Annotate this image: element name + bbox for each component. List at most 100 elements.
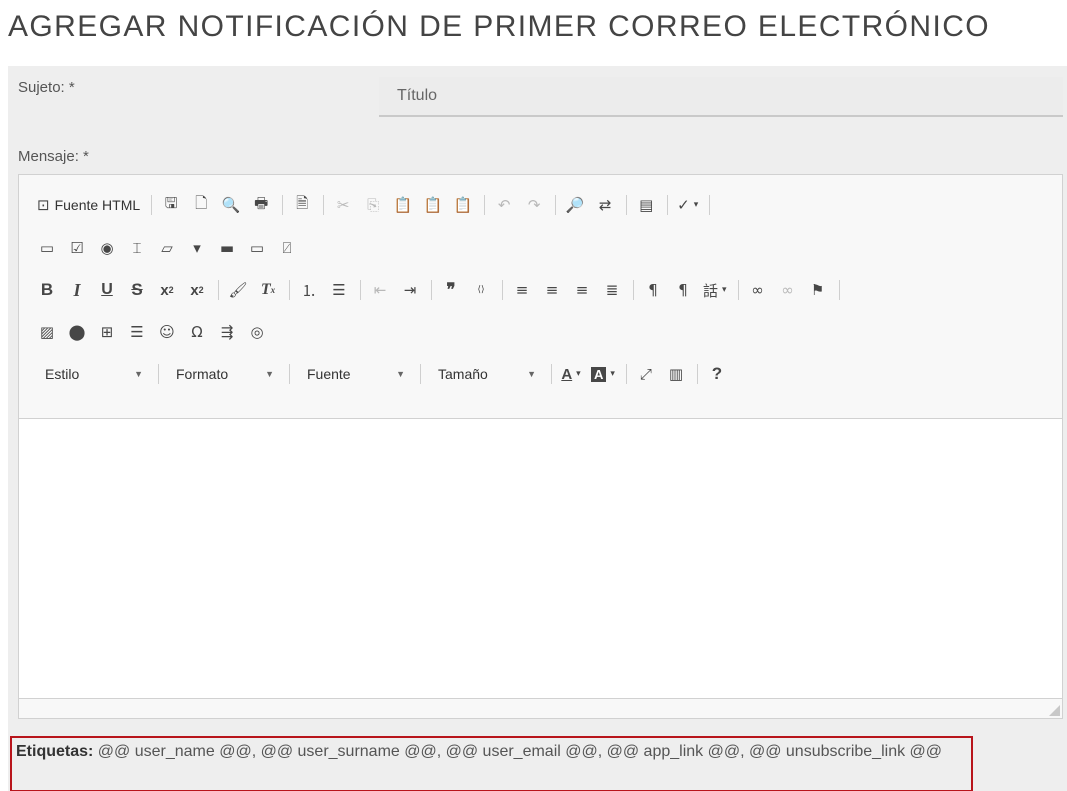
paste-word-icon[interactable]: 📋 bbox=[449, 191, 477, 219]
checkbox-icon[interactable]: ☑ bbox=[63, 234, 91, 262]
toolbar-separator bbox=[502, 280, 503, 300]
help-icon[interactable]: ? bbox=[703, 360, 731, 388]
iframe-globe-icon[interactable]: ◎ bbox=[243, 318, 271, 346]
templates-icon[interactable]: 🗎 bbox=[288, 191, 316, 219]
format-dropdown[interactable]: Formato ▼ bbox=[164, 361, 284, 387]
button-field-icon[interactable]: ▬ bbox=[213, 234, 241, 262]
chevron-down-icon: ▼ bbox=[527, 369, 536, 379]
editor-content-area[interactable] bbox=[19, 419, 1062, 699]
toolbar-row-styles: Estilo ▼ Formato ▼ Fuente ▼ Tamaño ▼ A ▾… bbox=[33, 359, 733, 389]
blockquote-icon[interactable]: ❞ bbox=[437, 276, 465, 304]
flash-icon[interactable]: ⬤ bbox=[63, 318, 91, 346]
resize-handle-icon[interactable] bbox=[1049, 705, 1060, 716]
tags-value: @@ user_name @@, @@ user_surname @@, @@ … bbox=[97, 743, 943, 760]
table-icon[interactable]: ⊞ bbox=[93, 318, 121, 346]
toolbar-separator bbox=[218, 280, 219, 300]
underline-icon[interactable]: U bbox=[93, 276, 121, 304]
chevron-down-icon: ▼ bbox=[396, 369, 405, 379]
tags-label: Etiquetas: bbox=[16, 743, 94, 760]
justify-icon[interactable]: ≣ bbox=[598, 276, 626, 304]
message-label: Mensaje: * bbox=[18, 148, 89, 165]
chevron-down-icon: ▼ bbox=[265, 369, 274, 379]
toolbar-separator bbox=[696, 364, 698, 384]
save-icon[interactable]: 🖫 bbox=[157, 191, 185, 219]
page-break-icon[interactable]: ⇶ bbox=[213, 318, 241, 346]
font-dropdown-label: Fuente bbox=[307, 366, 351, 382]
toolbar-separator bbox=[737, 280, 739, 300]
preview-icon[interactable]: 🔍 bbox=[217, 191, 245, 219]
bold-icon[interactable]: B bbox=[33, 276, 61, 304]
spellcheck-dropdown-icon[interactable]: ✓ ▾ bbox=[673, 191, 702, 219]
smiley-icon[interactable]: ☺ bbox=[153, 318, 181, 346]
toolbar-separator bbox=[420, 364, 421, 384]
cut-icon[interactable]: ✂ bbox=[329, 191, 357, 219]
editor-toolbar: ⊡ Fuente HTML 🖫 🗋 🔍 🖶 🗎 ✂ ⎘ 📋 📋 📋 ↶ ↷ 🔎 … bbox=[19, 175, 1062, 419]
align-right-icon[interactable]: ≡ bbox=[568, 276, 596, 304]
rich-text-editor: ⊡ Fuente HTML 🖫 🗋 🔍 🖶 🗎 ✂ ⎘ 📋 📋 📋 ↶ ↷ 🔎 … bbox=[18, 174, 1063, 719]
select-field-icon[interactable]: ▾ bbox=[183, 234, 211, 262]
source-icon: ⊡ bbox=[37, 196, 50, 214]
align-left-icon[interactable]: ≡ bbox=[508, 276, 536, 304]
indent-icon[interactable]: ⇥ bbox=[396, 276, 424, 304]
notification-form: Sujeto: * Mensaje: * ⊡ Fuente HTML 🖫 🗋 🔍… bbox=[8, 66, 1067, 791]
toolbar-separator bbox=[551, 364, 552, 384]
radio-icon[interactable]: ◉ bbox=[93, 234, 121, 262]
chevron-down-icon: ▼ bbox=[134, 369, 143, 379]
toolbar-separator bbox=[555, 195, 557, 215]
toolbar-separator bbox=[289, 364, 290, 384]
new-page-icon[interactable]: 🗋 bbox=[187, 191, 215, 219]
anchor-flag-icon[interactable]: ⚑ bbox=[804, 276, 832, 304]
image-icon[interactable]: ▨ bbox=[33, 318, 61, 346]
link-icon[interactable]: ∞ bbox=[744, 276, 772, 304]
toolbar-separator bbox=[360, 280, 361, 300]
ltr-icon[interactable]: ¶ bbox=[639, 276, 667, 304]
unlink-icon[interactable]: ∞ bbox=[774, 276, 802, 304]
remove-format-icon[interactable]: Tx bbox=[254, 276, 282, 304]
form-icon[interactable]: ▭ bbox=[33, 234, 61, 262]
maximize-icon[interactable]: ⤢ bbox=[632, 360, 660, 388]
horizontal-rule-icon[interactable]: ☰ bbox=[123, 318, 151, 346]
editor-status-bar bbox=[19, 698, 1062, 718]
undo-icon[interactable]: ↶ bbox=[490, 191, 518, 219]
toolbar-separator bbox=[151, 195, 153, 215]
rtl-icon[interactable]: ¶ bbox=[669, 276, 697, 304]
show-blocks-icon[interactable]: ▥ bbox=[662, 360, 690, 388]
subject-input[interactable] bbox=[379, 77, 1063, 117]
toolbar-separator bbox=[625, 364, 627, 384]
redo-icon[interactable]: ↷ bbox=[520, 191, 548, 219]
paste-icon[interactable]: 📋 bbox=[389, 191, 417, 219]
size-dropdown[interactable]: Tamaño ▼ bbox=[426, 361, 546, 387]
copy-icon[interactable]: ⎘ bbox=[359, 191, 387, 219]
toolbar-row-document: ⊡ Fuente HTML 🖫 🗋 🔍 🖶 🗎 ✂ ⎘ 📋 📋 📋 ↶ ↷ 🔎 … bbox=[33, 190, 715, 220]
hidden-field-icon[interactable]: ⍁ bbox=[273, 234, 301, 262]
source-html-button[interactable]: ⊡ Fuente HTML bbox=[33, 191, 144, 219]
image-button-icon[interactable]: ▭ bbox=[243, 234, 271, 262]
paste-text-icon[interactable]: 📋 bbox=[419, 191, 447, 219]
replace-icon[interactable]: ⇄ bbox=[591, 191, 619, 219]
background-color-icon[interactable]: A ▾ bbox=[587, 360, 619, 388]
style-dropdown[interactable]: Estilo ▼ bbox=[33, 361, 153, 387]
toolbar-separator bbox=[158, 364, 159, 384]
bulleted-list-icon[interactable]: ☰ bbox=[325, 276, 353, 304]
strikethrough-icon[interactable]: S bbox=[123, 276, 151, 304]
select-all-icon[interactable]: ▤ bbox=[632, 191, 660, 219]
toolbar-row-insert: ▨ ⬤ ⊞ ☰ ☺ Ω ⇶ ◎ bbox=[33, 317, 273, 347]
div-container-icon[interactable]: ⟨⟩ bbox=[467, 276, 495, 304]
find-icon[interactable]: 🔎 bbox=[561, 191, 589, 219]
font-dropdown[interactable]: Fuente ▼ bbox=[295, 361, 415, 387]
subscript-icon[interactable]: x2 bbox=[153, 276, 181, 304]
copy-format-icon[interactable]: 🖌 bbox=[224, 276, 252, 304]
textarea-icon[interactable]: ▱ bbox=[153, 234, 181, 262]
print-icon[interactable]: 🖶 bbox=[247, 191, 275, 219]
superscript-icon[interactable]: x2 bbox=[183, 276, 211, 304]
align-center-icon[interactable]: ≡ bbox=[538, 276, 566, 304]
toolbar-separator bbox=[633, 280, 634, 300]
language-dropdown-icon[interactable]: 話 ▾ bbox=[699, 276, 731, 304]
text-field-icon[interactable]: ⌶ bbox=[123, 234, 151, 262]
text-color-icon[interactable]: A ▾ bbox=[557, 360, 585, 388]
italic-icon[interactable]: I bbox=[63, 276, 91, 304]
special-char-icon[interactable]: Ω bbox=[183, 318, 211, 346]
numbered-list-icon[interactable]: ⒈ bbox=[295, 276, 323, 304]
outdent-icon[interactable]: ⇤ bbox=[366, 276, 394, 304]
toolbar-row-formatting: B I U S x2 x2 🖌 Tx ⒈ ☰ ⇤ ⇥ ❞ ⟨⟩ ≡ ≡ ≡ ≣ … bbox=[33, 275, 845, 305]
